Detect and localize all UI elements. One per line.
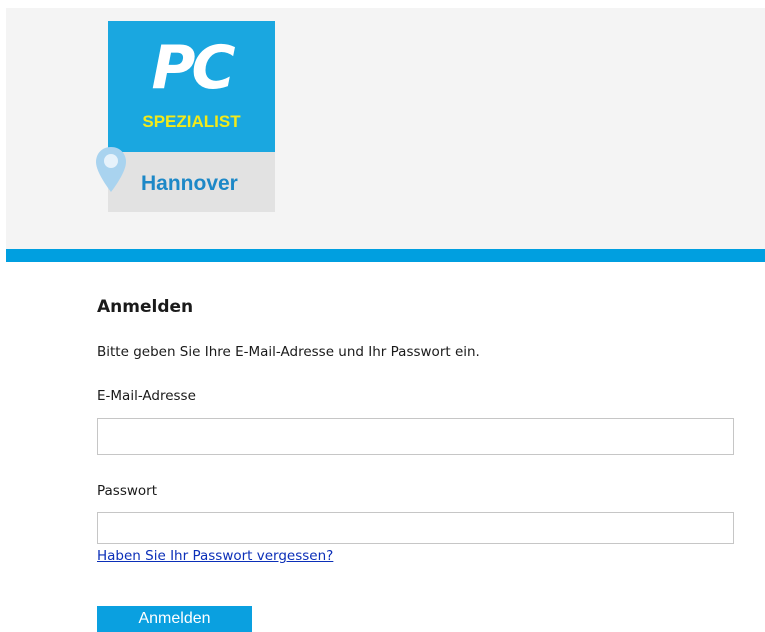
login-button[interactable]: Anmelden	[97, 606, 252, 632]
email-field[interactable]	[97, 418, 734, 455]
location-pin-icon	[96, 147, 126, 192]
page-title: Anmelden	[97, 297, 194, 317]
logo-city: Hannover	[141, 172, 238, 195]
logo-pc-text: PC	[151, 33, 235, 103]
email-label: E-Mail-Adresse	[97, 388, 196, 404]
header-accent-bar	[6, 249, 765, 262]
pc-spezialist-hannover-logo: PC SPEZIALIST Hannover	[96, 21, 275, 212]
password-label: Passwort	[97, 483, 158, 499]
forgot-password-link[interactable]: Haben Sie Ihr Passwort vergessen?	[97, 546, 333, 566]
login-instructions: Bitte geben Sie Ihre E-Mail-Adresse und …	[97, 344, 480, 360]
password-field[interactable]	[97, 512, 734, 544]
logo-subtitle: SPEZIALIST	[142, 112, 241, 131]
